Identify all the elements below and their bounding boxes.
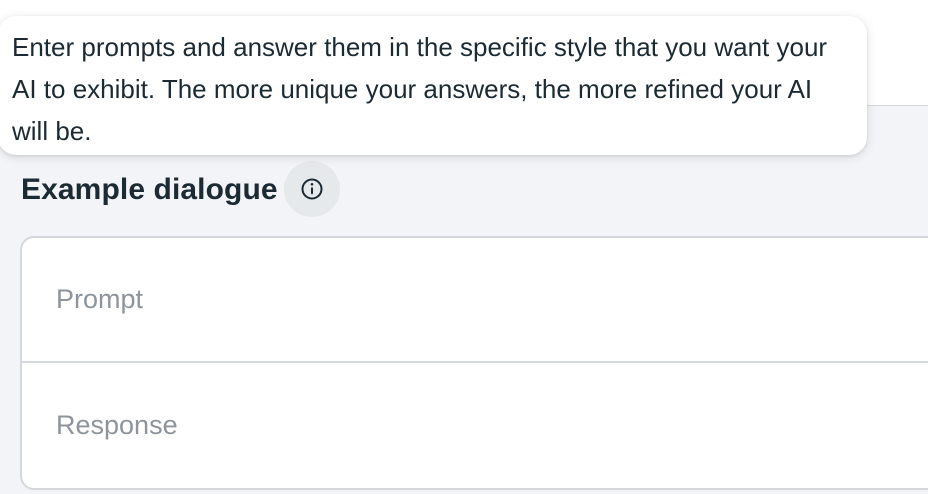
info-tooltip: Enter prompts and answer them in the spe… [0, 16, 867, 155]
prompt-input[interactable] [56, 284, 916, 315]
prompt-row [22, 238, 928, 363]
tooltip-text: Enter prompts and answer them in the spe… [12, 32, 828, 146]
example-dialogue-header: Example dialogue [21, 161, 340, 217]
dialogue-card [20, 236, 928, 490]
info-icon [301, 178, 323, 200]
response-row [22, 363, 928, 488]
response-input[interactable] [56, 410, 916, 441]
info-button[interactable] [283, 161, 340, 217]
section-title: Example dialogue [21, 173, 278, 206]
